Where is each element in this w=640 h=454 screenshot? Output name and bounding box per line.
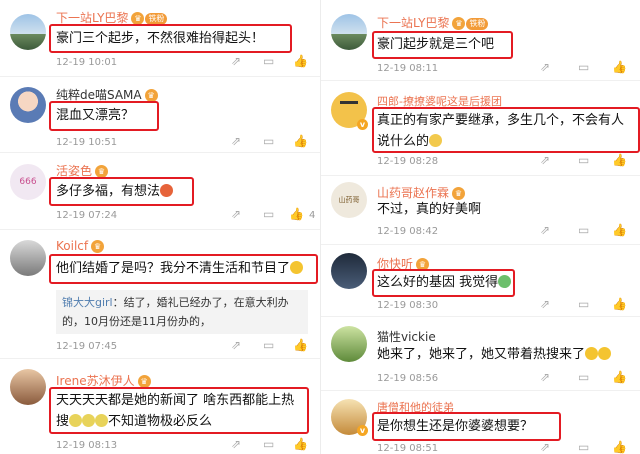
- comment-item: Koilcf ♛ 他们结婚了是吗？我分不清生活和节目了 锦大大girl：结了，婚礼…: [0, 230, 320, 358]
- emoji-icon: [290, 261, 304, 274]
- thumb-up-icon[interactable]: 👍: [293, 338, 308, 352]
- avatar[interactable]: [10, 369, 46, 405]
- reply-username[interactable]: 锦大大girl: [62, 296, 113, 309]
- comment-icon[interactable]: ▭: [578, 223, 589, 237]
- comment-timestamp: 12-19 07:45: [56, 341, 118, 352]
- comment-item: Irene苏沐伊人 ♛ 天天天天都是她的新闻了 啥东西都能上热 搜不知道物极必反么…: [0, 359, 320, 454]
- thumb-up-icon[interactable]: 👍: [612, 370, 627, 384]
- fan-medal-icon: ♛: [452, 17, 466, 30]
- thumb-up-icon[interactable]: 👍: [612, 153, 627, 167]
- thumb-up-icon[interactable]: 👍: [293, 437, 308, 451]
- share-icon[interactable]: ⇗: [540, 370, 550, 384]
- comment-item: 山药哥 山药哥赵作霖 ♛ 不过，真的好美啊 12-19 08:42 ⇗ ▭ 👍: [321, 176, 640, 244]
- comment-timestamp: 12-19 10:01: [56, 57, 118, 68]
- share-icon[interactable]: ⇗: [540, 223, 550, 237]
- emoji-icon: [95, 414, 109, 427]
- comment-text: 多仔多福，有想法: [56, 181, 174, 202]
- verified-badge-icon: v: [357, 119, 368, 130]
- verified-badge-icon: v: [357, 425, 368, 436]
- emoji-icon: [160, 184, 174, 197]
- comment-text: 是你想生还是你婆婆想要？: [377, 419, 534, 434]
- share-icon[interactable]: ⇗: [231, 134, 241, 148]
- share-icon[interactable]: ⇗: [231, 207, 241, 221]
- comment-icon[interactable]: ▭: [578, 153, 589, 167]
- comment-icon[interactable]: ▭: [578, 370, 589, 384]
- comment-timestamp: 12-19 08:30: [377, 300, 439, 311]
- comment-icon[interactable]: ▭: [263, 338, 274, 352]
- comment-item: v 唐僧和他的徒弟 是你想生还是你婆婆想要？ 12-19 08:51 ⇗ ▭ 👍: [321, 391, 640, 454]
- avatar[interactable]: 666: [10, 164, 46, 200]
- comment-timestamp: 12-19 08:51: [377, 443, 439, 454]
- emoji-icon: [69, 414, 83, 427]
- avatar[interactable]: [10, 14, 46, 50]
- username[interactable]: 下一站LY巴黎 ♛ 铁粉: [377, 14, 489, 31]
- comment-timestamp: 12-19 08:13: [56, 440, 118, 451]
- comment-text: 豪门三个起步，不然很难抬得起头！: [56, 31, 265, 46]
- comment-text: 真正的有家产要继承，多生几个，不会有人 说什么的: [377, 113, 625, 149]
- thumbs-up-emoji-icon: [429, 134, 443, 147]
- comment-timestamp: 12-19 08:28: [377, 156, 439, 167]
- thumb-up-icon[interactable]: 👍: [289, 207, 304, 221]
- comment-item: 你快听 ♛ 这么好的基因 我觉得 12-19 08:30 ⇗ ▭ 👍: [321, 245, 640, 316]
- comment-timestamp: 12-19 08:56: [377, 373, 439, 384]
- share-icon[interactable]: ⇗: [540, 297, 550, 311]
- share-icon[interactable]: ⇗: [540, 440, 550, 454]
- avatar[interactable]: [331, 14, 367, 50]
- like-count: 4: [309, 210, 316, 221]
- emoji-icon: [598, 347, 612, 360]
- comment-timestamp: 12-19 08:42: [377, 226, 439, 237]
- comment-text: 他们结婚了是吗？我分不清生活和节目了: [56, 258, 304, 279]
- comment-item: 下一站LY巴黎 ♛ 铁粉 豪门三个起步，不然很难抬得起头！ 12-19 10:01 …: [0, 0, 320, 76]
- comment-timestamp: 12-19 10:51: [56, 137, 118, 148]
- share-icon[interactable]: ⇗: [231, 54, 241, 68]
- thumb-up-icon[interactable]: 👍: [612, 297, 627, 311]
- comment-item: 666 活姿色 ♛ 多仔多福，有想法 12-19 07:24 ⇗ ▭ 👍 4: [0, 153, 320, 229]
- comment-text: 天天天天都是她的新闻了 啥东西都能上热 搜不知道物极必反么: [56, 393, 295, 429]
- comment-icon[interactable]: ▭: [263, 437, 274, 451]
- thumb-up-icon[interactable]: 👍: [612, 440, 627, 454]
- comment-text: 豪门起步就是三个吧: [377, 37, 495, 52]
- thumb-up-icon[interactable]: 👍: [612, 223, 627, 237]
- comment-icon[interactable]: ▭: [263, 54, 274, 68]
- thumb-up-icon[interactable]: 👍: [612, 60, 627, 74]
- share-icon[interactable]: ⇗: [231, 437, 241, 451]
- comment-timestamp: 12-19 07:24: [56, 210, 118, 221]
- share-icon[interactable]: ⇗: [540, 60, 550, 74]
- fan-tag: 铁粉: [466, 17, 489, 30]
- comment-timestamp: 12-19 08:11: [377, 63, 439, 74]
- comment-item: 猫性vickie 她来了，她来了，她又带着热搜来了 12-19 08:56 ⇗ …: [321, 317, 640, 390]
- avatar[interactable]: [10, 87, 46, 123]
- comment-item: 下一站LY巴黎 ♛ 铁粉 豪门起步就是三个吧 12-19 08:11 ⇗ ▭ 👍: [321, 0, 640, 80]
- comment-text: 这么好的基因 我觉得: [377, 272, 512, 293]
- comment-icon[interactable]: ▭: [578, 60, 589, 74]
- comment-text: 不过，真的好美啊: [377, 202, 482, 217]
- right-comment-column: 下一站LY巴黎 ♛ 铁粉 豪门起步就是三个吧 12-19 08:11 ⇗ ▭ 👍 v…: [320, 0, 640, 454]
- username[interactable]: Koilcf ♛: [56, 239, 105, 253]
- comment-icon[interactable]: ▭: [578, 297, 589, 311]
- reply-preview[interactable]: 锦大大girl：结了，婚礼已经办了，在意大利办的，10月份还是11月份办的，: [56, 290, 308, 334]
- comment-item: v 四郎-撩撩婆呢这是后援团 真正的有家产要继承，多生几个，不会有人 说什么的 …: [321, 81, 640, 175]
- fan-tag: 铁粉: [145, 12, 168, 25]
- avatar[interactable]: [331, 326, 367, 362]
- emoji-icon: [498, 275, 512, 288]
- username[interactable]: 猫性vickie: [377, 328, 436, 345]
- share-icon[interactable]: ⇗: [231, 338, 241, 352]
- comment-text: 她来了，她来了，她又带着热搜来了: [377, 344, 612, 365]
- thumb-up-icon[interactable]: 👍: [293, 134, 308, 148]
- comment-text: 混血又漂亮？: [56, 108, 135, 123]
- avatar[interactable]: [331, 253, 367, 289]
- thumb-up-icon[interactable]: 👍: [293, 54, 308, 68]
- comment-icon[interactable]: ▭: [263, 207, 274, 221]
- comment-icon[interactable]: ▭: [578, 440, 589, 454]
- emoji-icon: [82, 414, 96, 427]
- comment-item: 纯粹de喵SAMA ♛ 混血又漂亮？ 12-19 10:51 ⇗ ▭ 👍: [0, 77, 320, 152]
- left-comment-column: 下一站LY巴黎 ♛ 铁粉 豪门三个起步，不然很难抬得起头！ 12-19 10:01 …: [0, 0, 320, 454]
- fan-medal-icon: ♛: [91, 240, 105, 253]
- share-icon[interactable]: ⇗: [540, 153, 550, 167]
- avatar[interactable]: [10, 240, 46, 276]
- comment-icon[interactable]: ▭: [263, 134, 274, 148]
- emoji-icon: [585, 347, 599, 360]
- avatar[interactable]: 山药哥: [331, 182, 367, 218]
